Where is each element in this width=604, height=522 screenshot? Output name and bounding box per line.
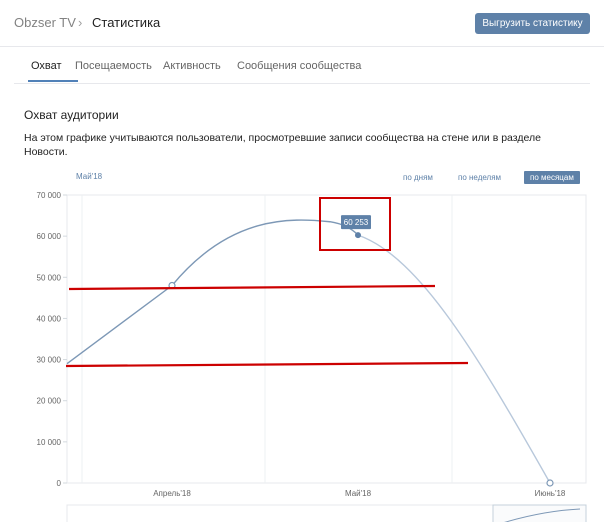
tab-community-messages[interactable]: Сообщения сообщества — [237, 60, 361, 72]
active-tab-indicator — [28, 80, 78, 82]
tab-activity[interactable]: Активность — [163, 60, 221, 72]
y-axis: 70 000 60 000 50 000 40 000 30 000 20 000 10 0… — [37, 191, 62, 488]
y-tick-label: 0 — [57, 479, 62, 488]
y-tick-label: 30 000 — [37, 356, 62, 365]
y-tick-label: 70 000 — [37, 191, 62, 200]
plot-frame — [66, 194, 587, 484]
x-tick-label: Май'18 — [345, 489, 372, 498]
data-point-june — [546, 479, 554, 487]
x-axis: Апрель'18 Май'18 Июнь'18 — [153, 489, 566, 498]
y-tick-label: 40 000 — [37, 314, 62, 323]
export-stats-button[interactable]: Выгрузить статистику — [475, 13, 590, 34]
y-tick-label: 20 000 — [37, 397, 62, 406]
series-line-projection — [357, 234, 551, 484]
breadcrumb-chevron-icon: › — [78, 15, 83, 30]
highlight-line-lower — [65, 361, 469, 368]
breadcrumb-group-link[interactable]: Obzser TV — [14, 15, 76, 30]
x-tick-label: Июнь'18 — [535, 489, 566, 498]
tooltip-value: 60 253 — [344, 218, 369, 227]
stats-tabs: Охват Посещаемость Активность Сообщения … — [14, 47, 590, 84]
tab-reach[interactable]: Охват — [31, 60, 62, 72]
x-tick-label: Апрель'18 — [153, 489, 191, 498]
chart-grid — [63, 194, 587, 522]
page-header: Obzser TV › Статистика Выгрузить статист… — [0, 0, 604, 47]
section-title: Охват аудитории — [24, 108, 119, 122]
series-line — [66, 219, 359, 365]
section-description: На этом графике учитываются пользователи… — [24, 132, 541, 158]
tab-visits[interactable]: Посещаемость — [75, 60, 152, 72]
y-tick-label: 60 000 — [37, 232, 62, 241]
y-tick-label: 50 000 — [37, 273, 62, 282]
highlight-line-upper — [68, 284, 436, 291]
y-tick-label: 10 000 — [37, 438, 62, 447]
data-point-may — [355, 232, 361, 239]
series-points — [168, 232, 554, 487]
reach-line-chart: 70 000 60 000 50 000 40 000 30 000 20 000 10 0… — [37, 191, 587, 522]
page-title: Статистика — [92, 15, 161, 30]
